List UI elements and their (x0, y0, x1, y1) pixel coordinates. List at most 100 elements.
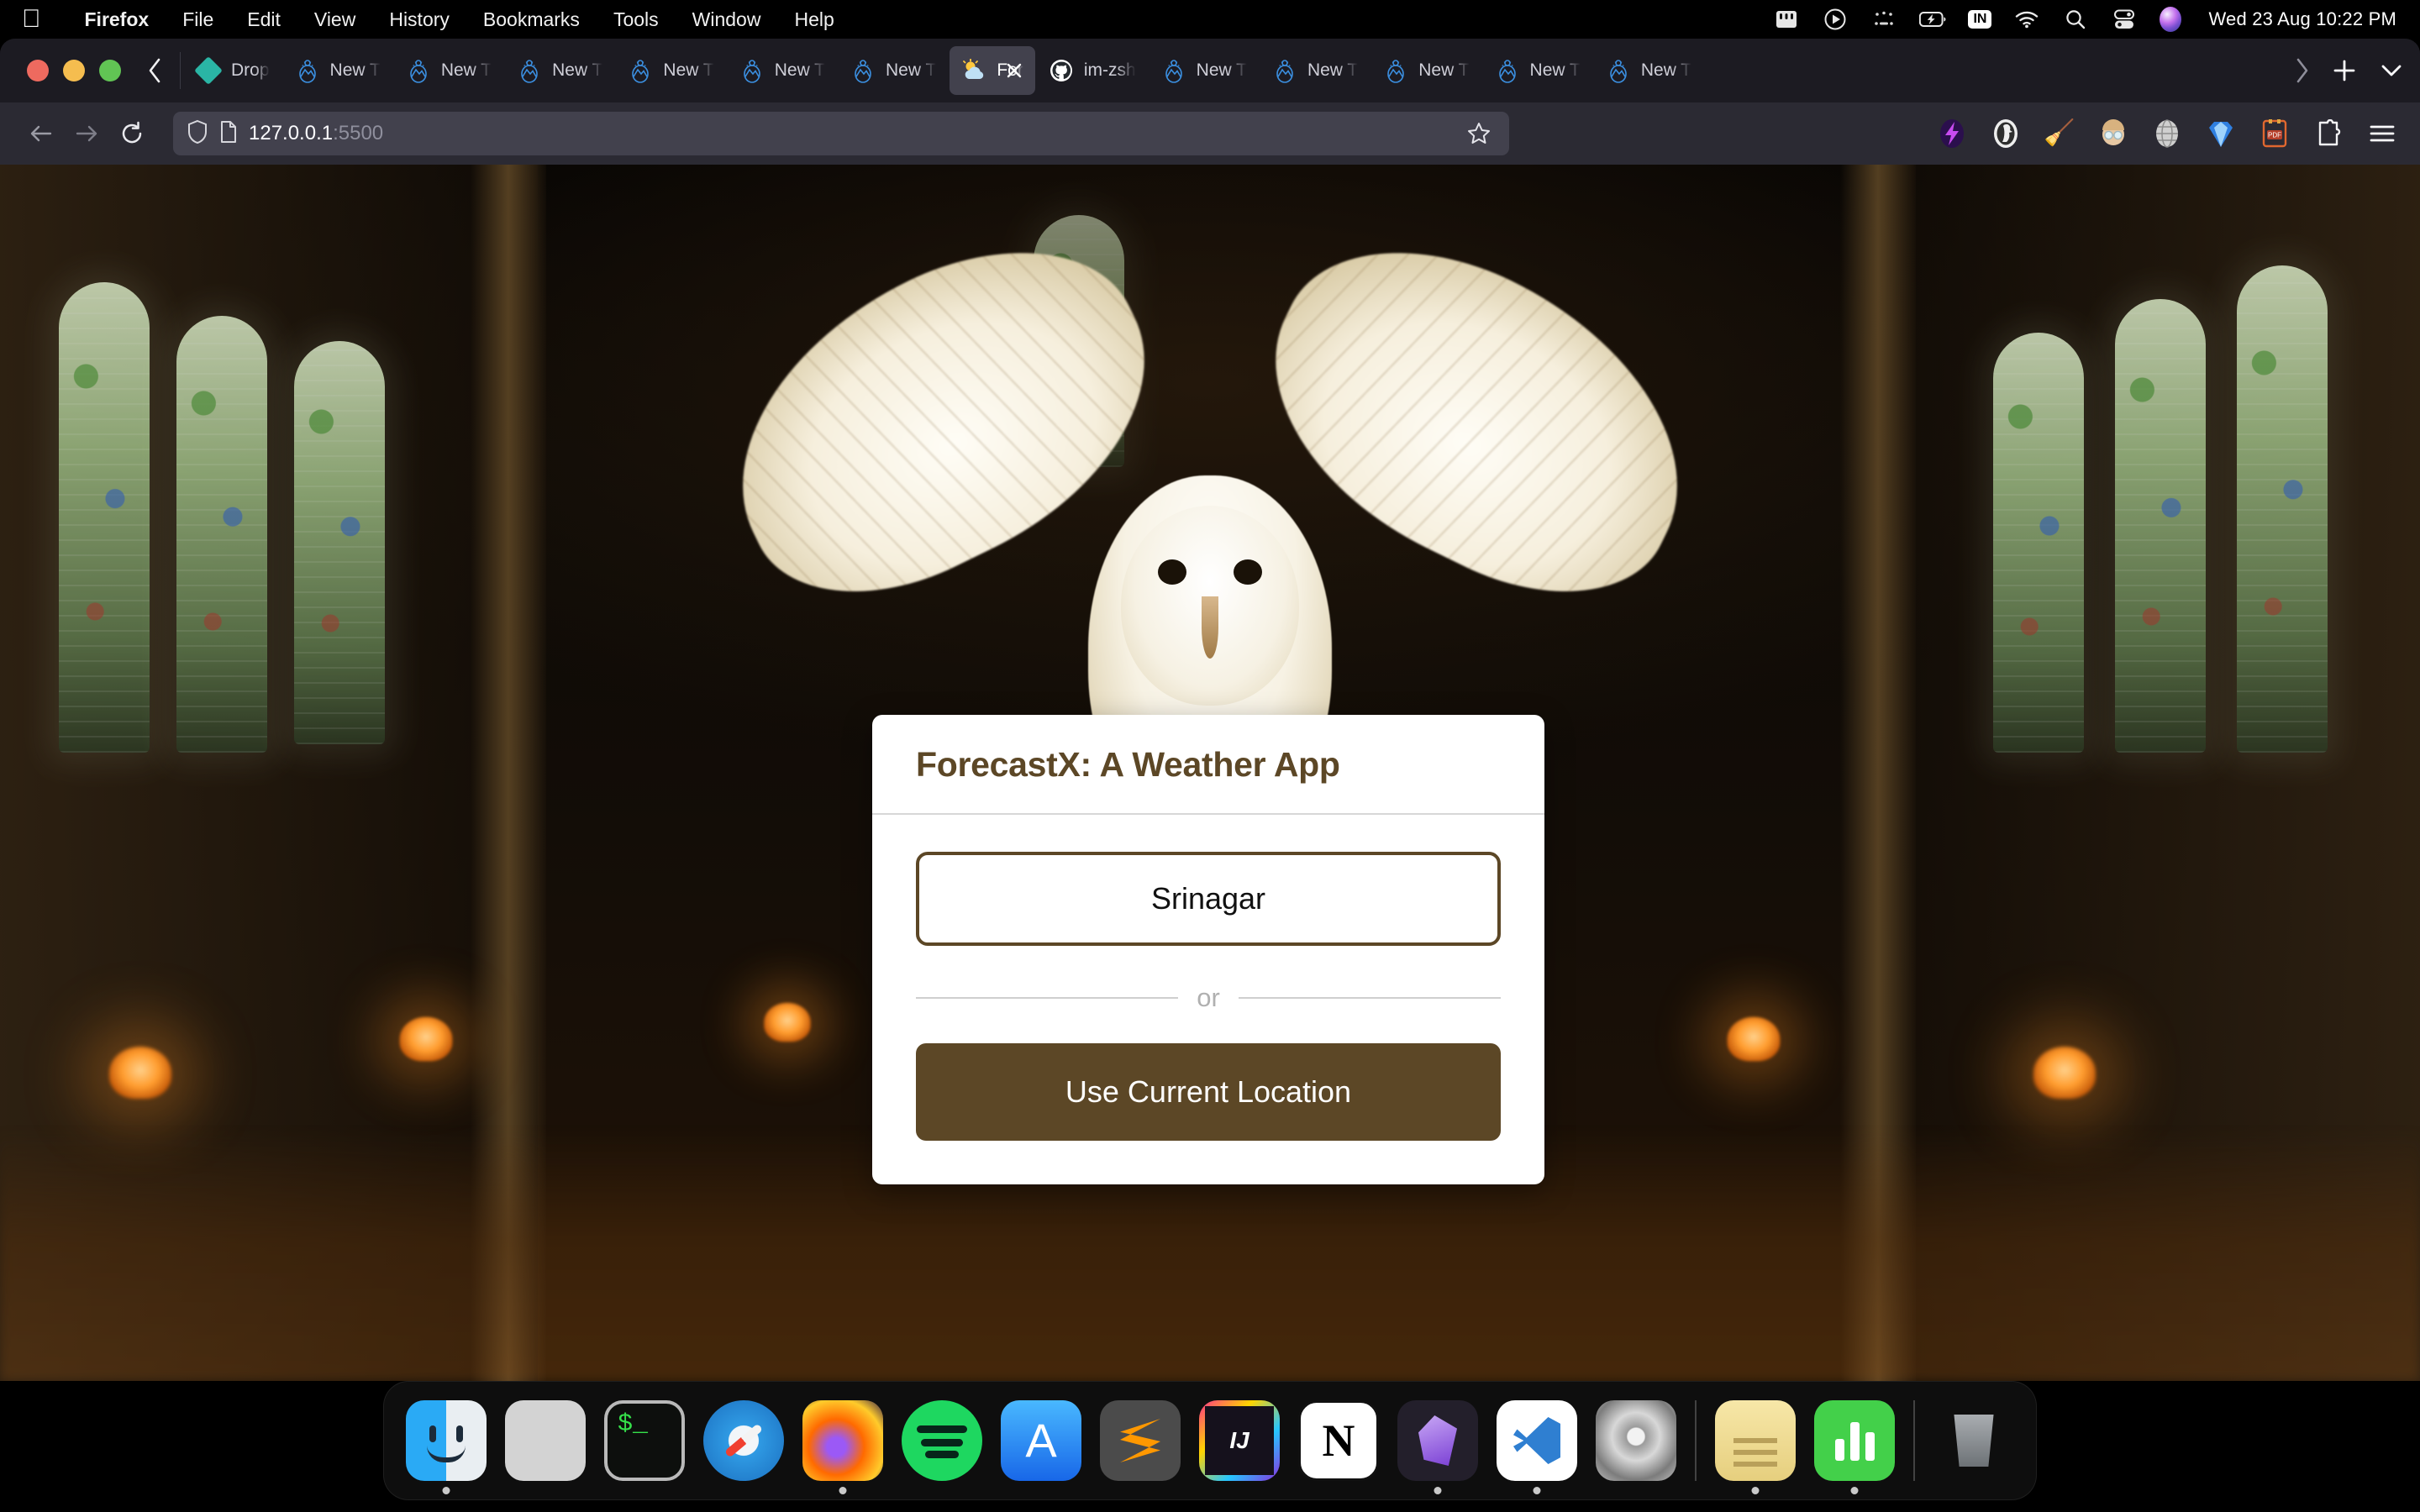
tab-scroll-left-button[interactable] (136, 51, 175, 90)
zoom-window-button[interactable] (99, 60, 121, 81)
tab-7-active[interactable]: For (950, 46, 1035, 95)
dock-item-numbers[interactable] (1814, 1400, 1895, 1494)
face-extension-icon[interactable] (2097, 118, 2129, 150)
tab-6[interactable]: New T (839, 46, 948, 95)
use-current-location-button[interactable]: Use Current Location (916, 1043, 1501, 1141)
tab-9[interactable]: New T (1150, 46, 1259, 95)
dock-item-finder[interactable] (406, 1400, 487, 1494)
dock-divider (1695, 1400, 1697, 1481)
hamburger-menu-icon[interactable] (2366, 118, 2398, 150)
tab-12[interactable]: New T (1483, 46, 1592, 95)
tab-3[interactable]: New T (505, 46, 614, 95)
menu-item-firefox[interactable]: Firefox (68, 8, 166, 31)
globe-extension-icon[interactable] (2151, 118, 2183, 150)
duckduckgo-extension-icon[interactable] (1990, 118, 2022, 150)
weather-app-card: ForecastX: A Weather App or Use Current … (872, 715, 1544, 1184)
minimize-window-button[interactable] (63, 60, 85, 81)
divider-line-left (916, 997, 1179, 999)
dock-item-intellij-idea[interactable]: IJ (1199, 1400, 1280, 1481)
tab-4[interactable]: New T (616, 46, 725, 95)
dock-item-sublime-text[interactable] (1100, 1400, 1181, 1481)
newtab-icon (1606, 58, 1631, 83)
dock-item-trash[interactable] (1933, 1400, 2014, 1481)
page-icon[interactable] (219, 120, 238, 148)
city-search-input[interactable] (916, 852, 1501, 946)
dock-item-app-store[interactable]: A (1001, 1400, 1081, 1481)
forward-button[interactable] (64, 111, 109, 156)
siri-icon[interactable] (2160, 7, 2182, 32)
dock-divider (1913, 1400, 1915, 1481)
spotify-icon (902, 1400, 982, 1481)
firefox-window: Drop New T New T New T New T New T New T For im-… (0, 39, 2420, 1381)
tab-title: New T (1196, 60, 1247, 80)
blue-diamond-extension-icon[interactable] (2205, 118, 2237, 150)
dock-item-notion[interactable]: N (1298, 1400, 1379, 1481)
url-port: :5500 (333, 122, 384, 144)
widget-icon[interactable] (1773, 7, 1800, 32)
dock-item-stickies[interactable] (1715, 1400, 1796, 1494)
broom-extension-icon[interactable]: 🧹 (2044, 118, 2075, 150)
page-viewport: ForecastX: A Weather App or Use Current … (0, 165, 2420, 1381)
safari-icon (703, 1400, 784, 1481)
dock-item-system-settings[interactable] (1596, 1400, 1676, 1481)
dock-item-obsidian[interactable] (1397, 1400, 1478, 1494)
running-indicator (839, 1487, 847, 1494)
purple-lightning-extension-icon[interactable] (1936, 118, 1968, 150)
menu-item-history[interactable]: History (372, 8, 466, 31)
play-circle-icon[interactable] (1822, 7, 1849, 32)
new-tab-button[interactable] (2321, 47, 2368, 94)
dots-icon[interactable] (1870, 7, 1897, 32)
url-text[interactable]: 127.0.0.1:5500 (249, 122, 383, 145)
pdf-extension-icon[interactable]: PDF (2259, 118, 2291, 150)
menu-item-tools[interactable]: Tools (597, 8, 676, 31)
running-indicator (1533, 1487, 1541, 1494)
tab-11[interactable]: New T (1371, 46, 1481, 95)
shield-icon[interactable] (187, 119, 208, 149)
reload-button[interactable] (109, 111, 155, 156)
tab-5[interactable]: New T (728, 46, 837, 95)
tab-title: New T (1529, 60, 1581, 80)
dock-item-firefox[interactable] (802, 1400, 883, 1494)
control-center-icon[interactable] (2111, 7, 2138, 32)
menu-item-file[interactable]: File (166, 8, 230, 31)
input-source-indicator[interactable]: IN (1968, 10, 1992, 29)
menu-item-view[interactable]: View (297, 8, 372, 31)
menu-item-edit[interactable]: Edit (230, 8, 297, 31)
running-indicator (1434, 1487, 1442, 1494)
numbers-icon (1814, 1400, 1895, 1481)
divider-label: or (1197, 983, 1220, 1012)
tab-scroll-right-button[interactable] (2282, 51, 2321, 90)
tab-13[interactable]: New T (1594, 46, 1703, 95)
battery-charging-icon[interactable] (1919, 7, 1946, 32)
apple-icon[interactable]:  (22, 7, 41, 32)
close-window-button[interactable] (27, 60, 49, 81)
tab-list: Drop New T New T New T New T New T New T For im-… (184, 45, 2282, 96)
tab-8[interactable]: im-zsh (1037, 46, 1148, 95)
dock-item-terminal[interactable]: $_ (604, 1400, 685, 1481)
menu-item-window[interactable]: Window (676, 8, 778, 31)
close-tab-icon[interactable] (1000, 56, 1028, 85)
list-all-tabs-button[interactable] (2368, 47, 2415, 94)
dock-item-visual-studio-code[interactable] (1497, 1400, 1577, 1494)
search-icon[interactable] (2062, 7, 2089, 32)
obsidian-icon (1397, 1400, 1478, 1481)
github-icon (1049, 58, 1074, 83)
url-bar[interactable]: 127.0.0.1:5500 (173, 112, 1509, 155)
tab-title: New T (663, 60, 714, 80)
wifi-icon[interactable] (2013, 7, 2040, 32)
tab-10[interactable]: New T (1260, 46, 1370, 95)
tab-2[interactable]: New T (394, 46, 503, 95)
menu-item-bookmarks[interactable]: Bookmarks (466, 8, 597, 31)
menu-item-help[interactable]: Help (777, 8, 850, 31)
newtab-icon (1161, 58, 1186, 83)
back-button[interactable] (18, 111, 64, 156)
dock-item-spotify[interactable] (902, 1400, 982, 1481)
menu-bar-clock[interactable]: Wed 23 Aug 10:22 PM (2208, 8, 2396, 30)
newtab-icon (295, 58, 320, 83)
puzzle-extension-icon[interactable] (2312, 118, 2344, 150)
tab-1[interactable]: New T (283, 46, 392, 95)
dock-item-launchpad[interactable] (505, 1400, 586, 1481)
tab-0[interactable]: Drop (184, 46, 281, 95)
star-icon[interactable] (1462, 117, 1496, 150)
dock-item-safari[interactable] (703, 1400, 784, 1481)
